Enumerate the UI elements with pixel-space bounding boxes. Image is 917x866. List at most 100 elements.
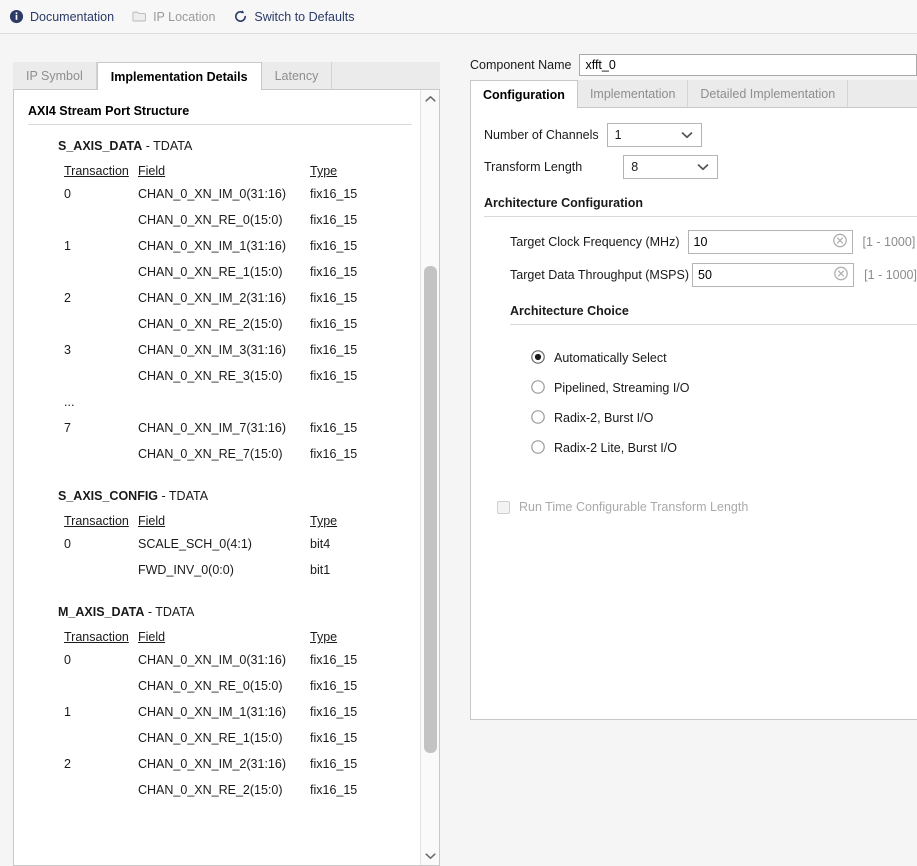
target-clock-frequency-label: Target Clock Frequency (MHz) — [510, 235, 680, 249]
tab-detailed-implementation[interactable]: Detailed Implementation — [688, 80, 849, 107]
ip-location-button[interactable]: IP Location — [132, 9, 215, 24]
target-clock-frequency-input[interactable] — [687, 230, 853, 254]
number-of-channels-select[interactable]: 1 — [606, 123, 702, 147]
table-row: ... — [64, 395, 357, 421]
target-clock-frequency-row: Target Clock Frequency (MHz) [1 - 1000] — [510, 229, 917, 255]
cell-type: bit4 — [310, 537, 331, 551]
port-groups-container: S_AXIS_DATA - TDATA Transaction Field Type 0… — [14, 139, 420, 809]
table-row: 2 CHAN_0_XN_IM_2(31:16) fix16_15 — [64, 291, 357, 317]
radio-option-pipelined-streaming-i-o[interactable]: Pipelined, Streaming I/O — [531, 373, 917, 403]
transform-length-select[interactable]: 8 — [623, 155, 719, 179]
number-of-channels-row: Number of Channels 1 — [484, 122, 917, 148]
cell-transaction: 0 — [64, 653, 71, 667]
cell-type: fix16_15 — [310, 317, 358, 331]
table-row: CHAN_0_XN_RE_0(15:0) fix16_15 — [64, 213, 357, 239]
tab-configuration[interactable]: Configuration — [470, 80, 578, 108]
port-group-name: S_AXIS_DATA — [58, 139, 143, 153]
runtime-configurable-checkbox-row[interactable]: Run Time Configurable Transform Length — [497, 500, 917, 514]
table-row: CHAN_0_XN_RE_3(15:0) fix16_15 — [64, 369, 357, 395]
tab-implementation-label: Implementation — [589, 86, 676, 101]
table-row: 1 CHAN_0_XN_IM_1(31:16) fix16_15 — [64, 239, 357, 265]
cell-type: fix16_15 — [310, 783, 358, 797]
target-data-throughput-field — [692, 263, 855, 287]
cell-transaction — [64, 369, 138, 395]
scroll-up-button[interactable] — [421, 90, 439, 108]
architecture-choice-radio-group: Automatically Select Pipelined, Streaming… — [531, 343, 917, 463]
scrollbar-thumb[interactable] — [424, 266, 437, 753]
number-of-channels-value: 1 — [614, 128, 622, 142]
implementation-details-panel: IP Symbol Implementation Details Latency… — [13, 62, 440, 866]
left-panel-scrollbar[interactable] — [420, 90, 439, 865]
left-panel-body: AXI4 Stream Port Structure S_AXIS_DATA -… — [13, 90, 440, 866]
table-row: 0 SCALE_SCH_0(4:1) bit4 — [64, 537, 337, 563]
radio-option-radix-2-burst-i-o[interactable]: Radix-2, Burst I/O — [531, 403, 917, 433]
cell-type: bit1 — [310, 563, 331, 577]
port-table: Transaction Field Type 0 SCALE_SCH_0(4:1) bit… — [64, 514, 337, 589]
cell-transaction: ... — [64, 395, 75, 409]
right-tab-strip: Configuration Implementation Detailed Im… — [470, 80, 917, 108]
port-group-name: M_AXIS_DATA — [58, 605, 145, 619]
cell-type: fix16_15 — [310, 679, 358, 693]
cell-field: CHAN_0_XN_RE_1(15:0) — [138, 731, 283, 745]
configuration-tab-content: Number of Channels 1 Transform Length 8 — [470, 108, 917, 720]
table-row: FWD_INV_0(0:0) bit1 — [64, 563, 337, 589]
cell-field: CHAN_0_XN_IM_2(31:16) — [138, 291, 286, 305]
cell-transaction — [64, 563, 138, 589]
right-tab-filler — [848, 80, 917, 107]
radio-unselected-icon — [531, 379, 545, 397]
component-name-input[interactable] — [579, 54, 917, 76]
cell-type: fix16_15 — [310, 731, 358, 745]
column-header-transaction: Transaction — [64, 514, 129, 528]
table-header-row: Transaction Field Type — [64, 514, 337, 537]
port-group-title: S_AXIS_CONFIG - TDATA — [58, 489, 420, 514]
table-row: 7 CHAN_0_XN_IM_7(31:16) fix16_15 — [64, 421, 357, 447]
chevron-down-icon — [697, 160, 709, 174]
cell-transaction: 0 — [64, 187, 71, 201]
cell-field: CHAN_0_XN_RE_3(15:0) — [138, 369, 283, 383]
cell-transaction: 1 — [64, 239, 71, 253]
folder-icon — [132, 9, 147, 24]
cell-transaction — [64, 731, 138, 757]
clear-icon[interactable] — [834, 266, 849, 284]
cell-field — [138, 395, 310, 421]
component-name-label: Component Name — [470, 58, 572, 72]
tab-implementation-details[interactable]: Implementation Details — [96, 62, 262, 90]
port-table: Transaction Field Type 0 CHAN_0_XN_IM_0(31:1… — [64, 164, 357, 473]
cell-field: CHAN_0_XN_RE_0(15:0) — [138, 679, 283, 693]
clear-icon[interactable] — [832, 233, 847, 251]
tab-implementation[interactable]: Implementation — [577, 80, 689, 107]
table-row: CHAN_0_XN_RE_1(15:0) fix16_15 — [64, 731, 357, 757]
tab-configuration-label: Configuration — [483, 87, 565, 102]
cell-transaction: 3 — [64, 343, 71, 357]
cell-type: fix16_15 — [310, 421, 358, 435]
documentation-button[interactable]: Documentation — [9, 9, 114, 24]
scroll-down-button[interactable] — [421, 847, 439, 865]
transform-length-label: Transform Length — [484, 160, 583, 174]
cell-field: CHAN_0_XN_RE_0(15:0) — [138, 213, 283, 227]
tab-latency[interactable]: Latency — [261, 62, 333, 89]
left-tab-filler — [332, 62, 440, 89]
cell-type: fix16_15 — [310, 291, 358, 305]
cell-transaction — [64, 317, 138, 343]
port-group-suffix: - TDATA — [158, 489, 209, 503]
tab-latency-label: Latency — [274, 68, 319, 83]
table-row: CHAN_0_XN_RE_2(15:0) fix16_15 — [64, 783, 357, 809]
table-row: CHAN_0_XN_RE_0(15:0) fix16_15 — [64, 679, 357, 705]
target-data-throughput-input[interactable] — [692, 263, 855, 287]
table-row: CHAN_0_XN_RE_2(15:0) fix16_15 — [64, 317, 357, 343]
target-data-throughput-range: [1 - 1000] — [864, 268, 917, 282]
radio-unselected-icon — [531, 439, 545, 457]
left-tab-strip: IP Symbol Implementation Details Latency — [13, 62, 440, 90]
cell-transaction — [64, 213, 138, 239]
cell-type: fix16_15 — [310, 343, 358, 357]
cell-type — [310, 395, 357, 421]
port-group-suffix: - TDATA — [142, 139, 193, 153]
port-structure-divider — [28, 124, 412, 125]
radio-option-radix-2-lite-burst-i-o[interactable]: Radix-2 Lite, Burst I/O — [531, 433, 917, 463]
radio-option-label: Radix-2, Burst I/O — [554, 411, 654, 425]
cell-transaction — [64, 783, 138, 809]
switch-to-defaults-button[interactable]: Switch to Defaults — [233, 9, 354, 24]
cell-type: fix16_15 — [310, 265, 358, 279]
radio-option-automatically-select[interactable]: Automatically Select — [531, 343, 917, 373]
tab-ip-symbol[interactable]: IP Symbol — [13, 62, 97, 89]
